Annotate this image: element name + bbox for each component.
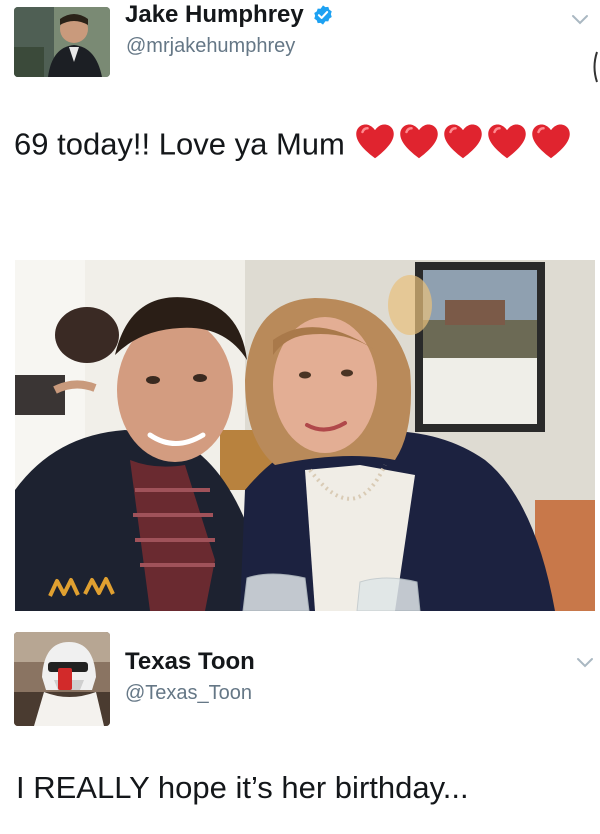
heart-emoji-icon <box>487 123 527 169</box>
chevron-down-icon[interactable] <box>574 651 596 673</box>
author-name[interactable]: Jake Humphrey <box>125 1 304 29</box>
heart-emoji-icon <box>399 123 439 169</box>
verified-badge-icon <box>312 4 334 26</box>
author-name[interactable]: Texas Toon <box>125 648 255 676</box>
tweet-text: I REALLY hope it’s her birthday... <box>16 770 469 805</box>
hearts-row <box>353 124 573 161</box>
author-handle[interactable]: @mrjakehumphrey <box>126 35 295 58</box>
tweet-text: 69 today!! Love ya Mum <box>14 126 345 162</box>
heart-emoji-icon <box>443 123 483 169</box>
avatar-jake-humphrey[interactable] <box>14 7 110 77</box>
tweet-photo[interactable] <box>15 260 595 611</box>
photo-scrawl-mm <box>47 572 117 602</box>
avatar-texas-toon[interactable] <box>14 632 110 726</box>
selfie-photo <box>15 260 595 611</box>
author-handle[interactable]: @Texas_Toon <box>125 682 252 705</box>
edge-artifact <box>592 50 598 84</box>
avatar-photo <box>14 632 110 726</box>
avatar-photo <box>14 7 110 77</box>
heart-emoji-icon <box>531 123 571 169</box>
chevron-down-icon[interactable] <box>569 8 591 30</box>
heart-emoji-icon <box>355 123 395 169</box>
